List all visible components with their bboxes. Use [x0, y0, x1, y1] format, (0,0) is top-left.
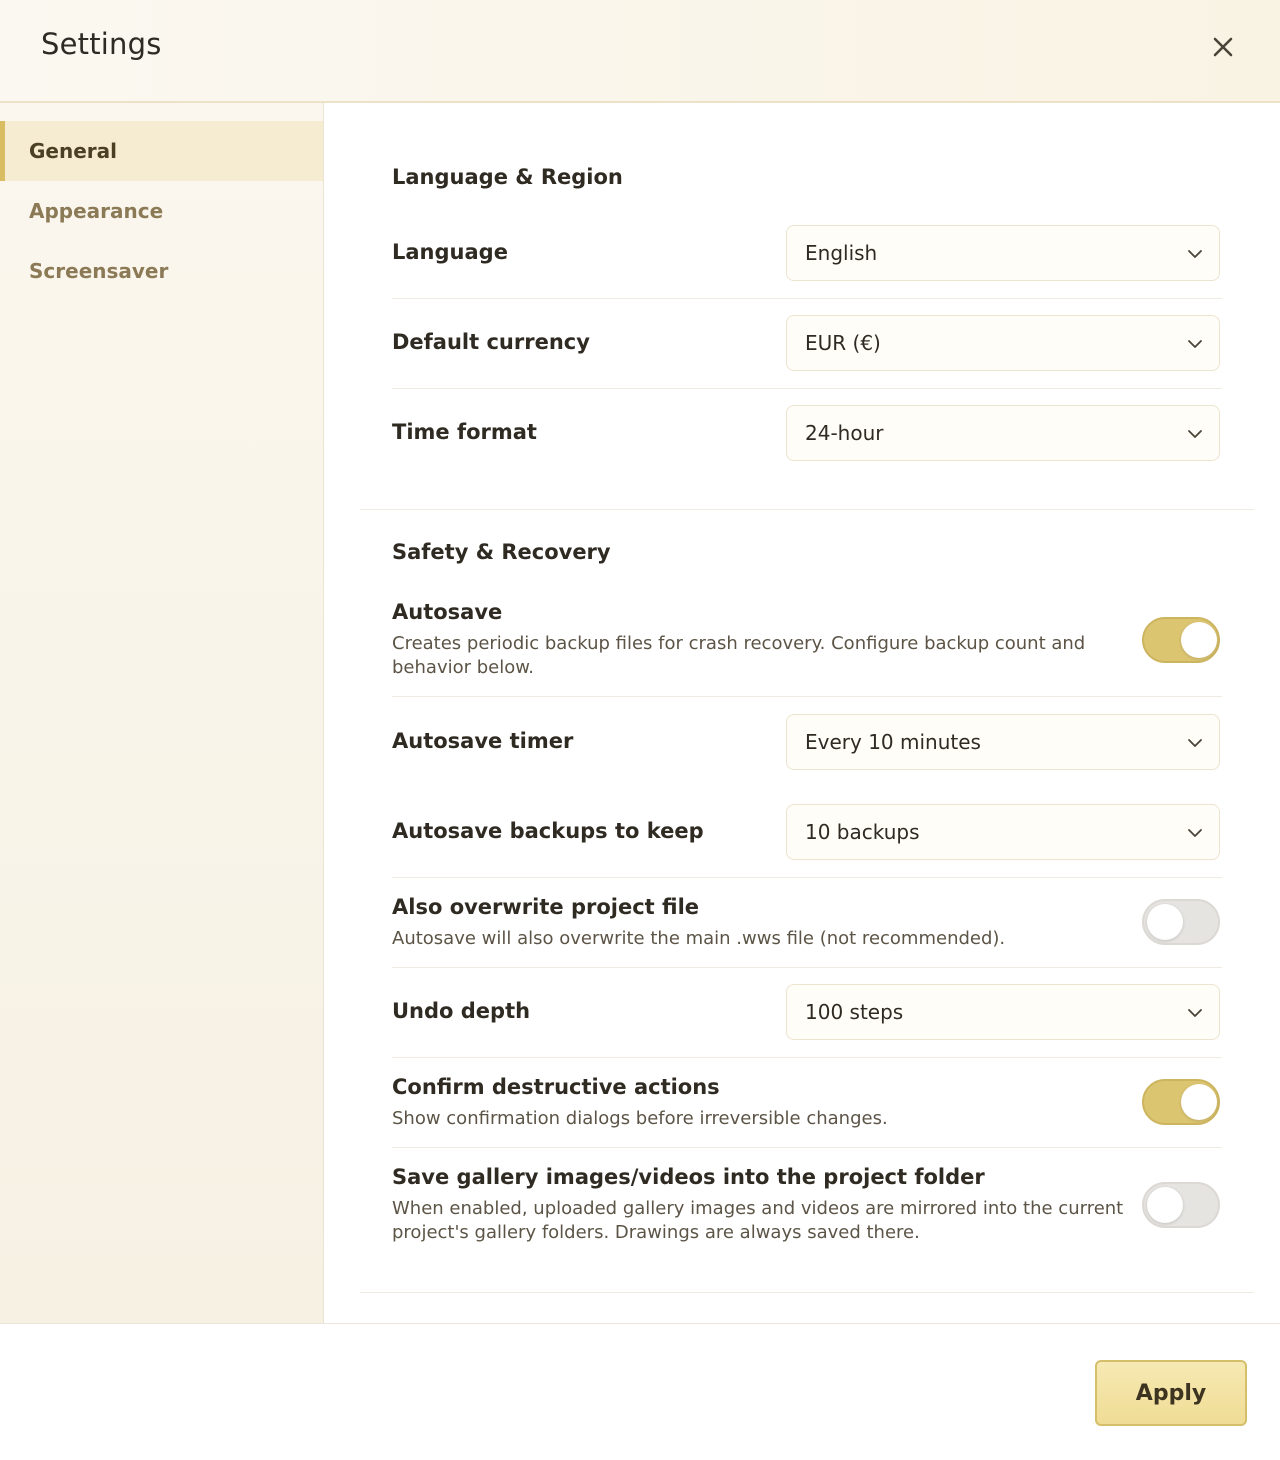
close-icon [1213, 37, 1233, 57]
section-divider [360, 509, 1254, 510]
autosave-backups-select[interactable]: 10 backups [786, 804, 1220, 860]
currency-value: EUR (€) [805, 331, 881, 355]
language-label: Language [392, 240, 508, 264]
sidebar-item-general[interactable]: General [0, 121, 323, 181]
dialog-title: Settings [41, 27, 162, 61]
autosave-timer-select[interactable]: Every 10 minutes [786, 714, 1220, 770]
overwrite-project-label: Also overwrite project file [392, 895, 700, 919]
toggle-knob [1147, 1187, 1183, 1223]
chevron-down-icon [1188, 340, 1202, 348]
toggle-knob [1181, 1084, 1217, 1120]
divider [392, 696, 1222, 697]
settings-header: Settings [0, 0, 1280, 103]
overwrite-project-toggle[interactable] [1142, 899, 1220, 945]
apply-button[interactable]: Apply [1095, 1360, 1247, 1426]
autosave-label: Autosave [392, 600, 503, 624]
section-title-language-region: Language & Region [392, 165, 623, 189]
confirm-destructive-toggle[interactable] [1142, 1079, 1220, 1125]
sidebar-item-label: Appearance [29, 199, 164, 223]
time-format-value: 24-hour [805, 421, 884, 445]
undo-depth-value: 100 steps [805, 1000, 904, 1024]
autosave-timer-value: Every 10 minutes [805, 730, 981, 754]
sidebar-item-label: General [29, 139, 117, 163]
autosave-backups-value: 10 backups [805, 820, 920, 844]
autosave-toggle[interactable] [1142, 617, 1220, 663]
chevron-down-icon [1188, 739, 1202, 747]
undo-depth-label: Undo depth [392, 999, 531, 1023]
chevron-down-icon [1188, 829, 1202, 837]
divider [392, 877, 1222, 878]
section-divider [360, 1292, 1254, 1293]
save-gallery-toggle[interactable] [1142, 1182, 1220, 1228]
settings-footer: Apply [0, 1323, 1280, 1460]
chevron-down-icon [1188, 250, 1202, 258]
settings-sidebar: General Appearance Screensaver [0, 103, 324, 1323]
close-button[interactable] [1206, 30, 1240, 64]
overwrite-project-description: Autosave will also overwrite the main .w… [392, 928, 1006, 949]
chevron-down-icon [1188, 1009, 1202, 1017]
toggle-knob [1181, 622, 1217, 658]
time-format-select[interactable]: 24-hour [786, 405, 1220, 461]
autosave-description: Creates periodic backup files for crash … [392, 633, 1086, 678]
settings-content: Language & Region Language English Defau… [324, 103, 1280, 1323]
language-select[interactable]: English [786, 225, 1220, 281]
divider [392, 967, 1222, 968]
section-title-safety-recovery: Safety & Recovery [392, 540, 611, 564]
confirm-destructive-description: Show confirmation dialogs before irrever… [392, 1108, 888, 1129]
confirm-destructive-label: Confirm destructive actions [392, 1075, 720, 1099]
time-format-label: Time format [392, 420, 537, 444]
language-value: English [805, 241, 878, 265]
save-gallery-label: Save gallery images/videos into the proj… [392, 1165, 985, 1189]
autosave-backups-label: Autosave backups to keep [392, 819, 704, 843]
divider [392, 388, 1222, 389]
undo-depth-select[interactable]: 100 steps [786, 984, 1220, 1040]
sidebar-item-screensaver[interactable]: Screensaver [0, 241, 323, 301]
sidebar-item-label: Screensaver [29, 259, 169, 283]
divider [392, 1147, 1222, 1148]
divider [392, 1057, 1222, 1058]
currency-label: Default currency [392, 330, 590, 354]
save-gallery-description: When enabled, uploaded gallery images an… [392, 1198, 1124, 1243]
currency-select[interactable]: EUR (€) [786, 315, 1220, 371]
toggle-knob [1147, 904, 1183, 940]
autosave-timer-label: Autosave timer [392, 729, 574, 753]
divider [392, 298, 1222, 299]
chevron-down-icon [1188, 430, 1202, 438]
sidebar-item-appearance[interactable]: Appearance [0, 181, 323, 241]
